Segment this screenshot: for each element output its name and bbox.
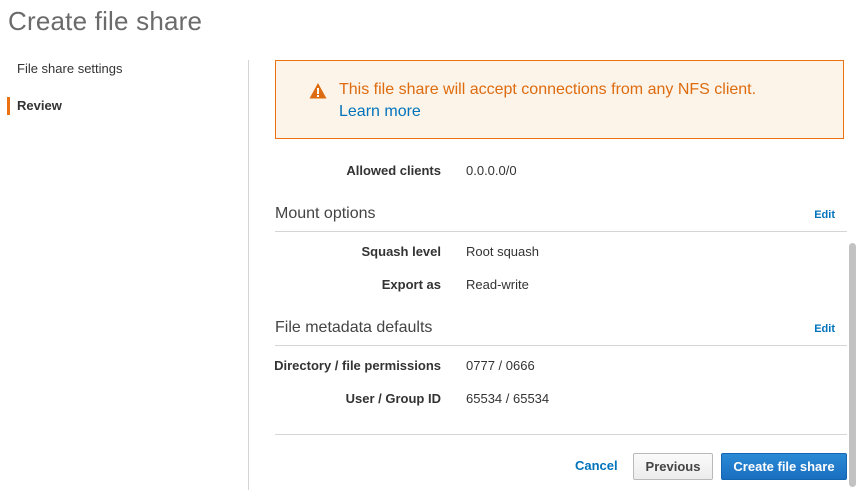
actions-divider bbox=[275, 434, 847, 435]
mount-options-header: Mount options Edit bbox=[275, 201, 847, 232]
permissions-value: 0777 / 0666 bbox=[466, 358, 535, 373]
export-as-label: Export as bbox=[381, 277, 441, 292]
file-metadata-edit-link[interactable]: Edit bbox=[814, 323, 835, 335]
user-group-value: 65534 / 65534 bbox=[466, 391, 550, 406]
allowed-clients-row: Allowed clients 0.0.0.0/0 bbox=[275, 161, 835, 181]
learn-more-link[interactable]: Learn more bbox=[339, 103, 421, 120]
permissions-label: Directory / file permissions bbox=[274, 358, 441, 373]
mount-options-title: Mount options bbox=[275, 205, 376, 222]
export-as-row: Export as Read-write bbox=[275, 275, 835, 295]
export-as-value: Read-write bbox=[466, 277, 529, 292]
previous-button[interactable]: Previous bbox=[633, 453, 713, 480]
wizard-nav: File share settings Review bbox=[0, 58, 240, 117]
allowed-clients-label: Allowed clients bbox=[346, 163, 441, 178]
alert-message-text: This file share will accept connections … bbox=[339, 81, 757, 98]
warning-icon bbox=[309, 83, 327, 99]
scrollbar-thumb[interactable] bbox=[849, 243, 856, 487]
nav-divider bbox=[248, 60, 249, 490]
permissions-row: Directory / file permissions 0777 / 0666 bbox=[274, 356, 835, 376]
squash-level-row: Squash level Root squash bbox=[275, 242, 835, 262]
nav-item-review[interactable]: Review bbox=[0, 95, 240, 117]
mount-options-edit-link[interactable]: Edit bbox=[814, 209, 835, 221]
user-group-label: User / Group ID bbox=[345, 391, 441, 406]
squash-level-value: Root squash bbox=[466, 244, 539, 259]
page-title: Create file share bbox=[8, 6, 203, 36]
file-metadata-title: File metadata defaults bbox=[275, 319, 433, 336]
allowed-clients-value: 0.0.0.0/0 bbox=[466, 163, 517, 178]
create-file-share-button[interactable]: Create file share bbox=[721, 453, 847, 480]
nav-item-file-share-settings[interactable]: File share settings bbox=[0, 58, 240, 80]
create-file-share-page: Create file share File share settings Re… bbox=[0, 0, 863, 493]
review-panel: This file share will accept connections … bbox=[274, 60, 847, 493]
file-metadata-header: File metadata defaults Edit bbox=[275, 315, 847, 346]
alert-message: This file share will accept connections … bbox=[339, 79, 759, 123]
user-group-row: User / Group ID 65534 / 65534 bbox=[275, 389, 835, 409]
cancel-button[interactable]: Cancel bbox=[571, 453, 622, 479]
warning-alert: This file share will accept connections … bbox=[275, 60, 844, 139]
squash-level-label: Squash level bbox=[361, 244, 441, 259]
